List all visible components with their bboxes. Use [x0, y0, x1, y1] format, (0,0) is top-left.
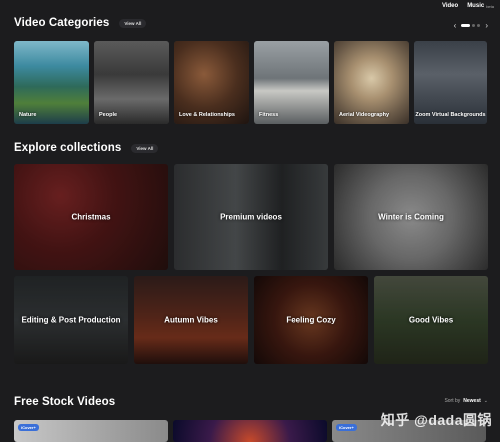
collection-card-premium[interactable]: Premium videos — [174, 164, 328, 270]
collection-card-autumn[interactable]: Autumn Vibes — [134, 276, 248, 364]
categories-title: Video Categories — [14, 17, 110, 29]
collection-card-cozy[interactable]: Feeling Cozy — [254, 276, 368, 364]
beta-badge: beta — [486, 3, 494, 9]
collections-title: Explore collections — [14, 142, 122, 154]
collection-label: Autumn Vibes — [164, 315, 218, 325]
carousel-dot[interactable] — [472, 24, 476, 27]
nav-music[interactable]: Music — [467, 3, 484, 9]
collection-label: Christmas — [71, 212, 111, 222]
category-card-fitness[interactable]: Fitness — [254, 41, 329, 124]
stock-title: Free Stock Videos — [14, 396, 116, 408]
collections-header: Explore collections View All — [14, 142, 159, 154]
carousel-controls: ‹ › — [454, 21, 488, 30]
chevron-left-icon[interactable]: ‹ — [454, 21, 457, 30]
category-card-people[interactable]: People — [94, 41, 169, 124]
collection-label: Good Vibes — [408, 315, 454, 325]
collection-label: Feeling Cozy — [286, 315, 336, 325]
category-card-love[interactable]: Love & Relationships — [174, 41, 249, 124]
category-card-nature[interactable]: Nature — [14, 41, 89, 124]
carousel-dots — [461, 24, 481, 27]
category-label: Fitness — [259, 112, 279, 118]
category-card-zoom[interactable]: Zoom Virtual Backgrounds — [414, 41, 487, 124]
collection-card-christmas[interactable]: Christmas — [14, 164, 168, 270]
collections-view-all-button[interactable]: View All — [131, 143, 159, 153]
categories-view-all-button[interactable]: View All — [119, 18, 147, 28]
stock-header: Free Stock Videos — [14, 396, 115, 408]
category-label: Zoom Virtual Backgrounds — [415, 112, 486, 118]
collection-card-winter[interactable]: Winter is Coming — [334, 164, 488, 270]
category-label: Love & Relationships — [179, 112, 235, 118]
stock-video-card[interactable] — [173, 420, 327, 442]
chevron-down-icon: ⌄ — [483, 398, 488, 404]
sort-label: Sort by — [444, 398, 461, 404]
category-card-aerial[interactable]: Aerial Videography — [334, 41, 409, 124]
carousel-dot[interactable] — [477, 24, 481, 27]
top-nav: Video Music beta — [442, 3, 494, 9]
collection-label: Winter is Coming — [378, 212, 444, 222]
premium-badge: iCover+ — [336, 424, 357, 431]
category-label: Nature — [19, 112, 37, 118]
chevron-right-icon[interactable]: › — [485, 21, 488, 30]
collection-label: Premium videos — [220, 212, 282, 222]
watermark: 知乎 @dada圆锅 — [380, 412, 492, 428]
category-label: People — [99, 112, 118, 118]
carousel-dot-active[interactable] — [461, 24, 471, 27]
collection-card-editing[interactable]: Editing & Post Production — [14, 276, 128, 364]
stock-video-card[interactable]: iCover+ — [14, 420, 168, 442]
collection-card-good-vibes[interactable]: Good Vibes — [374, 276, 488, 364]
categories-header: Video Categories View All — [14, 17, 147, 29]
nav-video[interactable]: Video — [442, 3, 458, 9]
collection-label: Editing & Post Production — [21, 315, 121, 325]
sort-by[interactable]: Sort by Newest ⌄ — [444, 398, 488, 404]
category-label: Aerial Videography — [339, 112, 390, 118]
category-carousel: Nature People Love & Relationships Fitne… — [14, 41, 487, 124]
sort-select[interactable]: Newest — [463, 398, 481, 404]
premium-badge: iCover+ — [18, 424, 39, 431]
